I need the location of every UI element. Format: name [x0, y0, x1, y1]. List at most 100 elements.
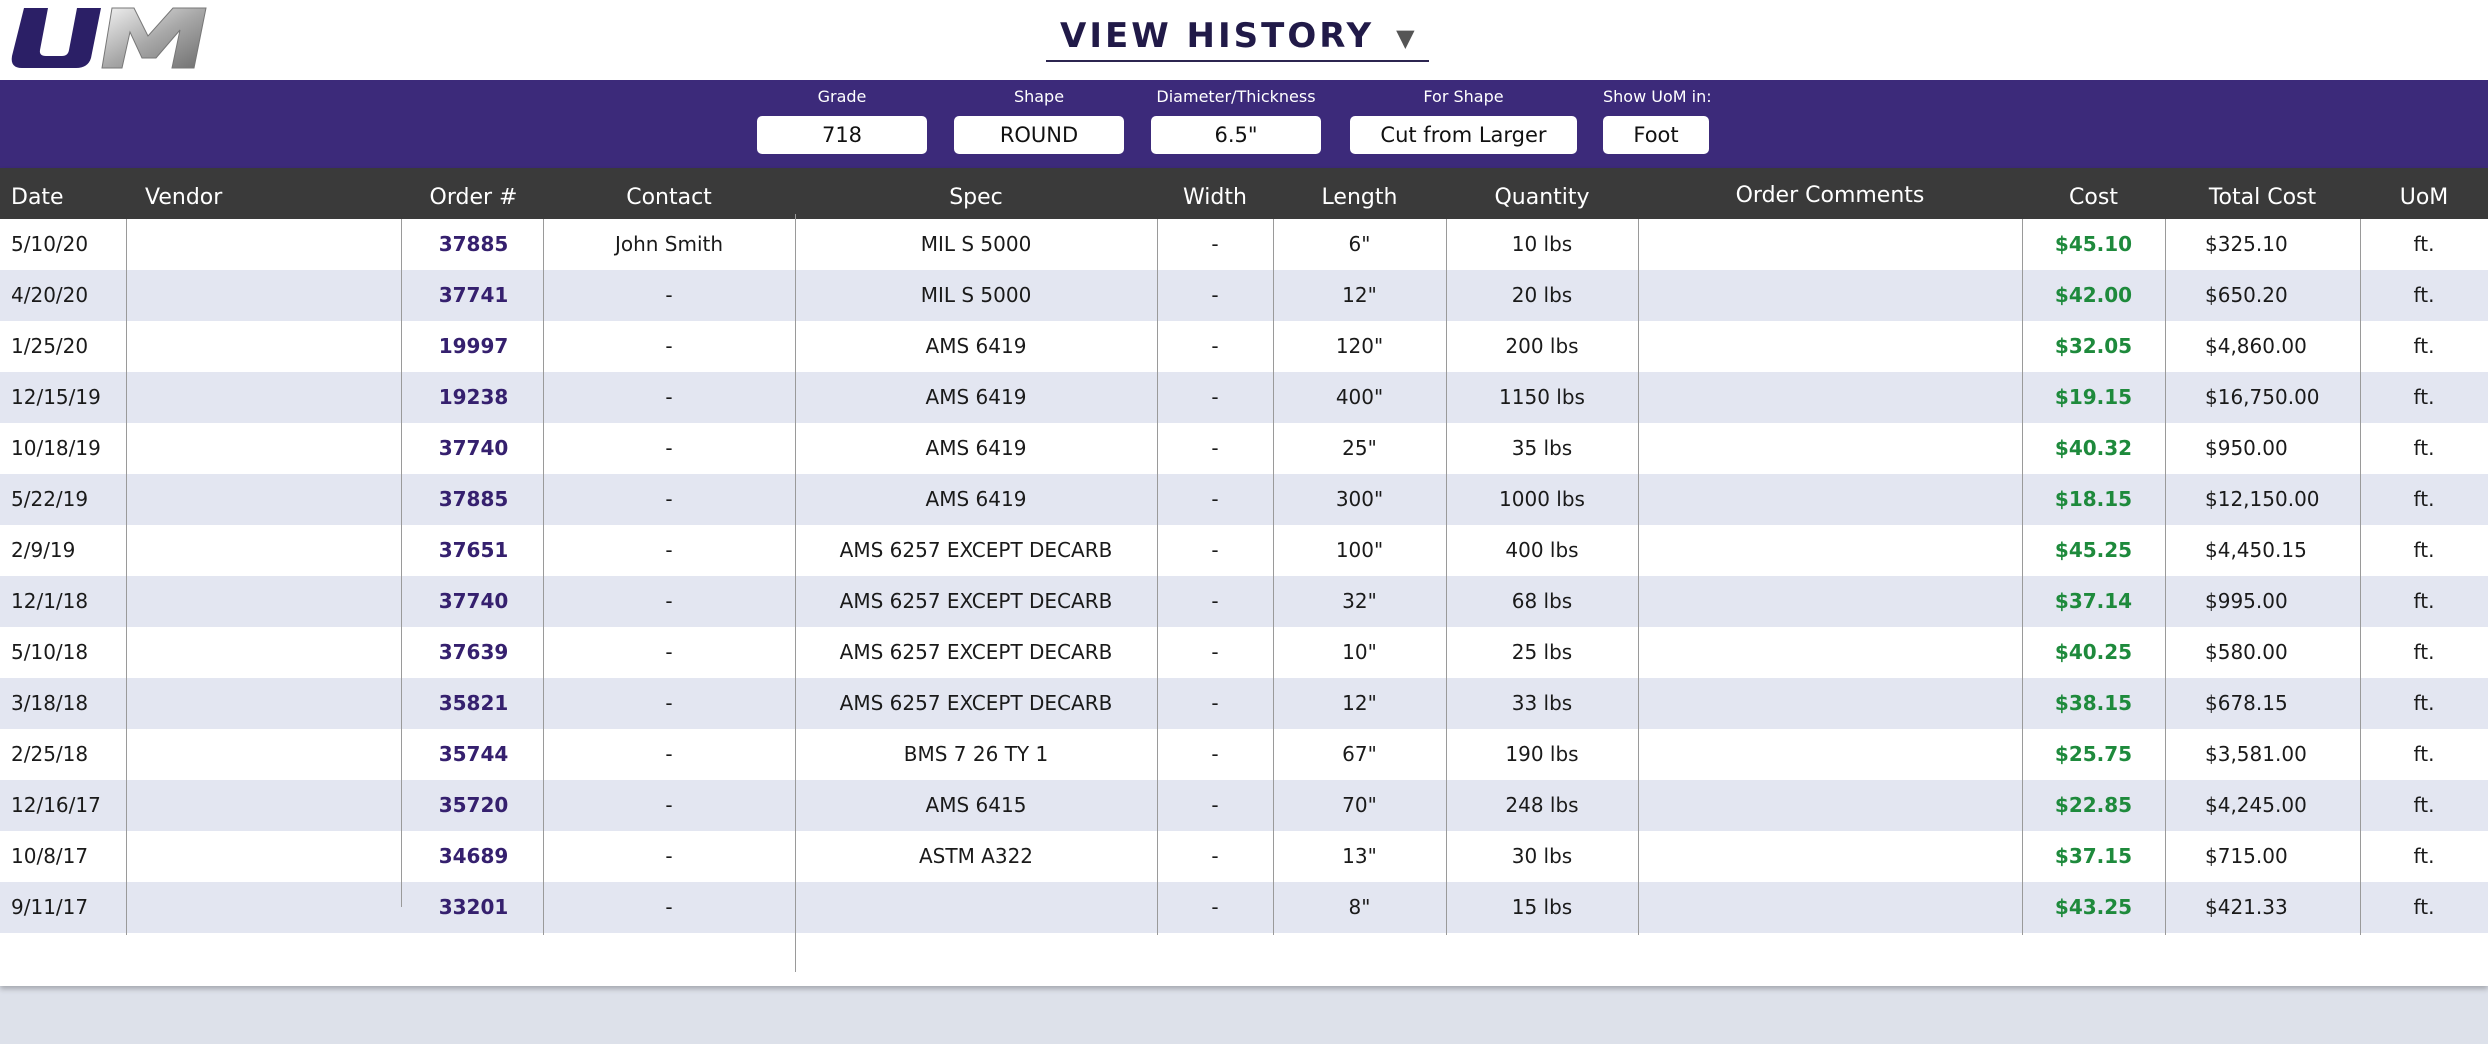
cell-uom: ft. — [2413, 640, 2435, 664]
um-logo — [11, 7, 207, 69]
table-row[interactable]: 2/25/18 35744 - BMS 7 26 TY 1 - 67" 190 lbs $25… — [0, 729, 2488, 780]
col-header-length[interactable]: Length — [1273, 168, 1446, 219]
cell-spec: AMS 6257 EXCEPT DECARB — [839, 589, 1113, 613]
cell-total-cost: $4,245.00 — [2205, 793, 2307, 817]
col-header-uom[interactable]: UoM — [2360, 168, 2488, 219]
table-row[interactable]: 5/10/18 37639 - AMS 6257 EXCEPT DECARB - 10" 2… — [0, 627, 2488, 678]
cell-length: 6" — [1348, 232, 1371, 256]
col-header-order-comments[interactable]: Order Comments — [1638, 168, 2022, 219]
cell-contact: - — [665, 538, 673, 562]
cell-uom: ft. — [2413, 742, 2435, 766]
filter-uom: Show UoM in: Foot — [1603, 86, 1712, 154]
cell-date: 5/10/20 — [11, 232, 89, 256]
cell-cost: $22.85 — [2054, 793, 2133, 817]
cell-uom: ft. — [2413, 436, 2435, 460]
cell-comments — [1638, 372, 2022, 423]
filter-diameter: Diameter/Thickness 6.5" — [1151, 86, 1321, 154]
cell-spec: MIL S 5000 — [920, 232, 1032, 256]
table-row[interactable]: 3/18/18 35821 - AMS 6257 EXCEPT DECARB - 12" 3… — [0, 678, 2488, 729]
filter-label: For Shape — [1423, 87, 1504, 106]
cell-spec: AMS 6257 EXCEPT DECARB — [839, 691, 1113, 715]
cell-date: 9/11/17 — [11, 895, 89, 919]
col-header-spec[interactable]: Spec — [795, 168, 1157, 219]
cell-uom: ft. — [2413, 895, 2435, 919]
cell-uom: ft. — [2413, 334, 2435, 358]
cell-comments — [1638, 219, 2022, 270]
cell-cost: $42.00 — [2054, 283, 2133, 307]
cell-vendor — [145, 576, 395, 627]
cell-order[interactable]: 35744 — [401, 729, 546, 780]
table-row[interactable]: 4/20/20 37741 - MIL S 5000 - 12" 20 lbs $42.00 $… — [0, 270, 2488, 321]
cell-order[interactable]: 37885 — [401, 474, 546, 525]
table-row[interactable]: 5/22/19 37885 - AMS 6419 - 300" 1000 lbs $18.15… — [0, 474, 2488, 525]
col-header-vendor[interactable]: Vendor — [145, 168, 222, 219]
table-row[interactable]: 10/8/17 34689 - ASTM A322 - 13" 30 lbs $37.15 $7… — [0, 831, 2488, 882]
cell-order[interactable]: 37651 — [401, 525, 546, 576]
cell-date: 3/18/18 — [11, 691, 89, 715]
col-header-total-cost[interactable]: Total Cost — [2165, 168, 2360, 219]
cell-contact: - — [665, 640, 673, 664]
cell-vendor — [145, 270, 395, 321]
column-divider — [1273, 219, 1274, 935]
table-row[interactable]: 12/15/19 19238 - AMS 6419 - 400" 1150 lbs $19.1… — [0, 372, 2488, 423]
cell-order[interactable]: 37740 — [401, 576, 546, 627]
cell-date: 5/22/19 — [11, 487, 89, 511]
cell-width: - — [1211, 436, 1219, 460]
col-header-contact[interactable]: Contact — [543, 168, 795, 219]
cell-quantity: 10 lbs — [1511, 232, 1573, 256]
cell-order[interactable]: 33201 — [401, 882, 546, 933]
cell-order[interactable]: 37740 — [401, 423, 546, 474]
uom-select[interactable]: Foot — [1603, 116, 1709, 154]
cell-vendor — [145, 321, 395, 372]
table-header: Date Vendor Order # Contact Spec Width L… — [0, 168, 2488, 219]
table-row[interactable]: 5/10/20 37885 John Smith MIL S 5000 - 6" 10 lb… — [0, 219, 2488, 270]
cell-order[interactable]: 37639 — [401, 627, 546, 678]
cell-order[interactable]: 34689 — [401, 831, 546, 882]
cell-width: - — [1211, 742, 1219, 766]
cell-order[interactable]: 37741 — [401, 270, 546, 321]
cell-order[interactable]: 37885 — [401, 219, 546, 270]
cell-spec: BMS 7 26 TY 1 — [903, 742, 1049, 766]
cell-vendor — [145, 525, 395, 576]
cell-length: 100" — [1335, 538, 1384, 562]
cell-cost: $45.10 — [2054, 232, 2133, 256]
diameter-select[interactable]: 6.5" — [1151, 116, 1321, 154]
cell-vendor — [145, 474, 395, 525]
filter-grade: Grade 718 — [757, 86, 927, 154]
column-divider — [795, 214, 796, 972]
cell-width: - — [1211, 283, 1219, 307]
cell-cost: $19.15 — [2054, 385, 2133, 409]
cell-contact: - — [665, 487, 673, 511]
table-row[interactable]: 9/11/17 33201 - - 8" 15 lbs $43.25 $421.33 ft. — [0, 882, 2488, 933]
table-row[interactable]: 12/16/17 35720 - AMS 6415 - 70" 248 lbs $22.85 $… — [0, 780, 2488, 831]
table-row[interactable]: 2/9/19 37651 - AMS 6257 EXCEPT DECARB - 100" 4… — [0, 525, 2488, 576]
col-header-order[interactable]: Order # — [401, 168, 546, 219]
table-row[interactable]: 12/1/18 37740 - AMS 6257 EXCEPT DECARB - 32" 6… — [0, 576, 2488, 627]
col-header-date[interactable]: Date — [11, 168, 64, 219]
cell-cost: $38.15 — [2054, 691, 2133, 715]
cell-vendor — [145, 831, 395, 882]
table-row[interactable]: 10/18/19 37740 - AMS 6419 - 25" 35 lbs $40.32 $9… — [0, 423, 2488, 474]
shape-select[interactable]: ROUND — [954, 116, 1124, 154]
caret-down-icon[interactable]: ▼ — [1396, 24, 1414, 52]
view-history-dropdown[interactable]: VIEW HISTORY ▼ — [1046, 12, 1429, 62]
cell-quantity: 200 lbs — [1505, 334, 1579, 358]
col-header-cost[interactable]: Cost — [2022, 168, 2165, 219]
grade-select[interactable]: 718 — [757, 116, 927, 154]
col-header-width[interactable]: Width — [1157, 168, 1273, 219]
for-shape-select[interactable]: Cut from Larger — [1350, 116, 1577, 154]
filter-for-shape: For Shape Cut from Larger — [1350, 86, 1577, 154]
cell-date: 2/9/19 — [11, 538, 76, 562]
cell-order[interactable]: 35821 — [401, 678, 546, 729]
cell-order[interactable]: 19997 — [401, 321, 546, 372]
cell-order[interactable]: 35720 — [401, 780, 546, 831]
cell-quantity: 400 lbs — [1505, 538, 1579, 562]
table-row[interactable]: 1/25/20 19997 - AMS 6419 - 120" 200 lbs $32.05 $… — [0, 321, 2488, 372]
cell-total-cost: $16,750.00 — [2205, 385, 2320, 409]
col-header-quantity[interactable]: Quantity — [1446, 168, 1638, 219]
cell-order[interactable]: 19238 — [401, 372, 546, 423]
cell-spec: AMS 6419 — [925, 385, 1027, 409]
filter-label: Shape — [1013, 87, 1065, 106]
filter-label: Grade — [817, 87, 867, 106]
cell-date: 12/16/17 — [11, 793, 101, 817]
